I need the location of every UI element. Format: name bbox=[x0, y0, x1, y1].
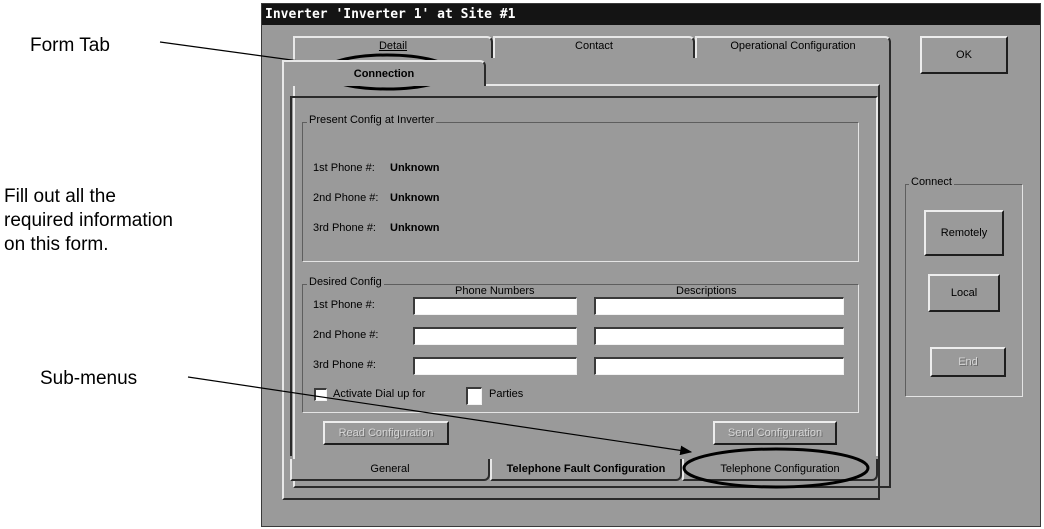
desired-phone-3-label: 3rd Phone #: bbox=[313, 359, 376, 371]
present-config-group bbox=[302, 122, 859, 262]
activate-dial-up-checkbox[interactable] bbox=[314, 388, 327, 401]
callout-sub-menus: Sub-menus bbox=[40, 368, 138, 389]
present-phone-2-label: 2nd Phone #: bbox=[313, 192, 379, 204]
tab-operational-configuration-label: Operational Configuration bbox=[730, 40, 856, 52]
tab-connection-label: Connection bbox=[353, 68, 415, 80]
present-config-legend: Present Config at Inverter bbox=[307, 114, 437, 126]
callout-form-tab: Form Tab bbox=[30, 35, 110, 56]
tab-telephone-configuration[interactable]: Telephone Configuration bbox=[682, 459, 878, 481]
parties-count-input[interactable] bbox=[466, 387, 482, 405]
desired-config-legend: Desired Config bbox=[307, 276, 384, 288]
ok-button[interactable]: OK bbox=[920, 36, 1008, 74]
present-phone-1-label: 1st Phone #: bbox=[313, 162, 375, 174]
tab-connection[interactable]: Connection bbox=[282, 60, 486, 86]
desired-phone-2-label: 2nd Phone #: bbox=[313, 329, 379, 341]
local-button[interactable]: Local bbox=[928, 274, 1000, 312]
tab-detail-label: Detail bbox=[378, 40, 408, 52]
desired-desc-3-input[interactable] bbox=[594, 357, 844, 375]
remotely-button[interactable]: Remotely bbox=[924, 210, 1004, 256]
callout-fill-out-line-1: Fill out all the bbox=[4, 186, 116, 207]
window-title: Inverter 'Inverter 1' at Site #1 bbox=[262, 4, 1040, 25]
callout-fill-out: Fill out all the required information on… bbox=[4, 185, 173, 257]
callout-fill-out-line-3: on this form. bbox=[4, 234, 109, 255]
present-phone-3-value: Unknown bbox=[390, 222, 440, 234]
desired-desc-1-input[interactable] bbox=[594, 297, 844, 315]
tab-contact[interactable]: Contact bbox=[493, 36, 695, 58]
phone-numbers-header: Phone Numbers bbox=[455, 285, 535, 297]
tab-telephone-fault-configuration-label: Telephone Fault Configuration bbox=[506, 463, 666, 475]
desired-phone-3-input[interactable] bbox=[413, 357, 577, 375]
callout-fill-out-line-2: required information bbox=[4, 210, 173, 231]
tab-telephone-fault-configuration[interactable]: Telephone Fault Configuration bbox=[490, 459, 682, 481]
tab-general[interactable]: General bbox=[290, 459, 490, 481]
present-phone-1-value: Unknown bbox=[390, 162, 440, 174]
desired-phone-1-input[interactable] bbox=[413, 297, 577, 315]
tab-operational-configuration[interactable]: Operational Configuration bbox=[695, 36, 891, 58]
desired-phone-1-label: 1st Phone #: bbox=[313, 299, 375, 311]
read-configuration-button[interactable]: Read Configuration bbox=[323, 421, 449, 445]
send-configuration-button[interactable]: Send Configuration bbox=[713, 421, 837, 445]
activate-dial-up-label: Activate Dial up for bbox=[333, 388, 426, 400]
parties-label: Parties bbox=[489, 388, 524, 400]
connect-legend: Connect bbox=[909, 176, 954, 188]
end-button[interactable]: End bbox=[930, 347, 1006, 377]
tab-detail[interactable]: Detail bbox=[293, 36, 493, 58]
tab-general-label: General bbox=[370, 463, 410, 475]
desired-desc-2-input[interactable] bbox=[594, 327, 844, 345]
present-phone-3-label: 3rd Phone #: bbox=[313, 222, 376, 234]
tab-contact-label: Contact bbox=[575, 40, 613, 52]
descriptions-header: Descriptions bbox=[676, 285, 737, 297]
present-phone-2-value: Unknown bbox=[390, 192, 440, 204]
tab-telephone-configuration-label: Telephone Configuration bbox=[720, 463, 840, 475]
desired-phone-2-input[interactable] bbox=[413, 327, 577, 345]
inverter-dialog: Inverter 'Inverter 1' at Site #1 Detail … bbox=[261, 3, 1041, 527]
